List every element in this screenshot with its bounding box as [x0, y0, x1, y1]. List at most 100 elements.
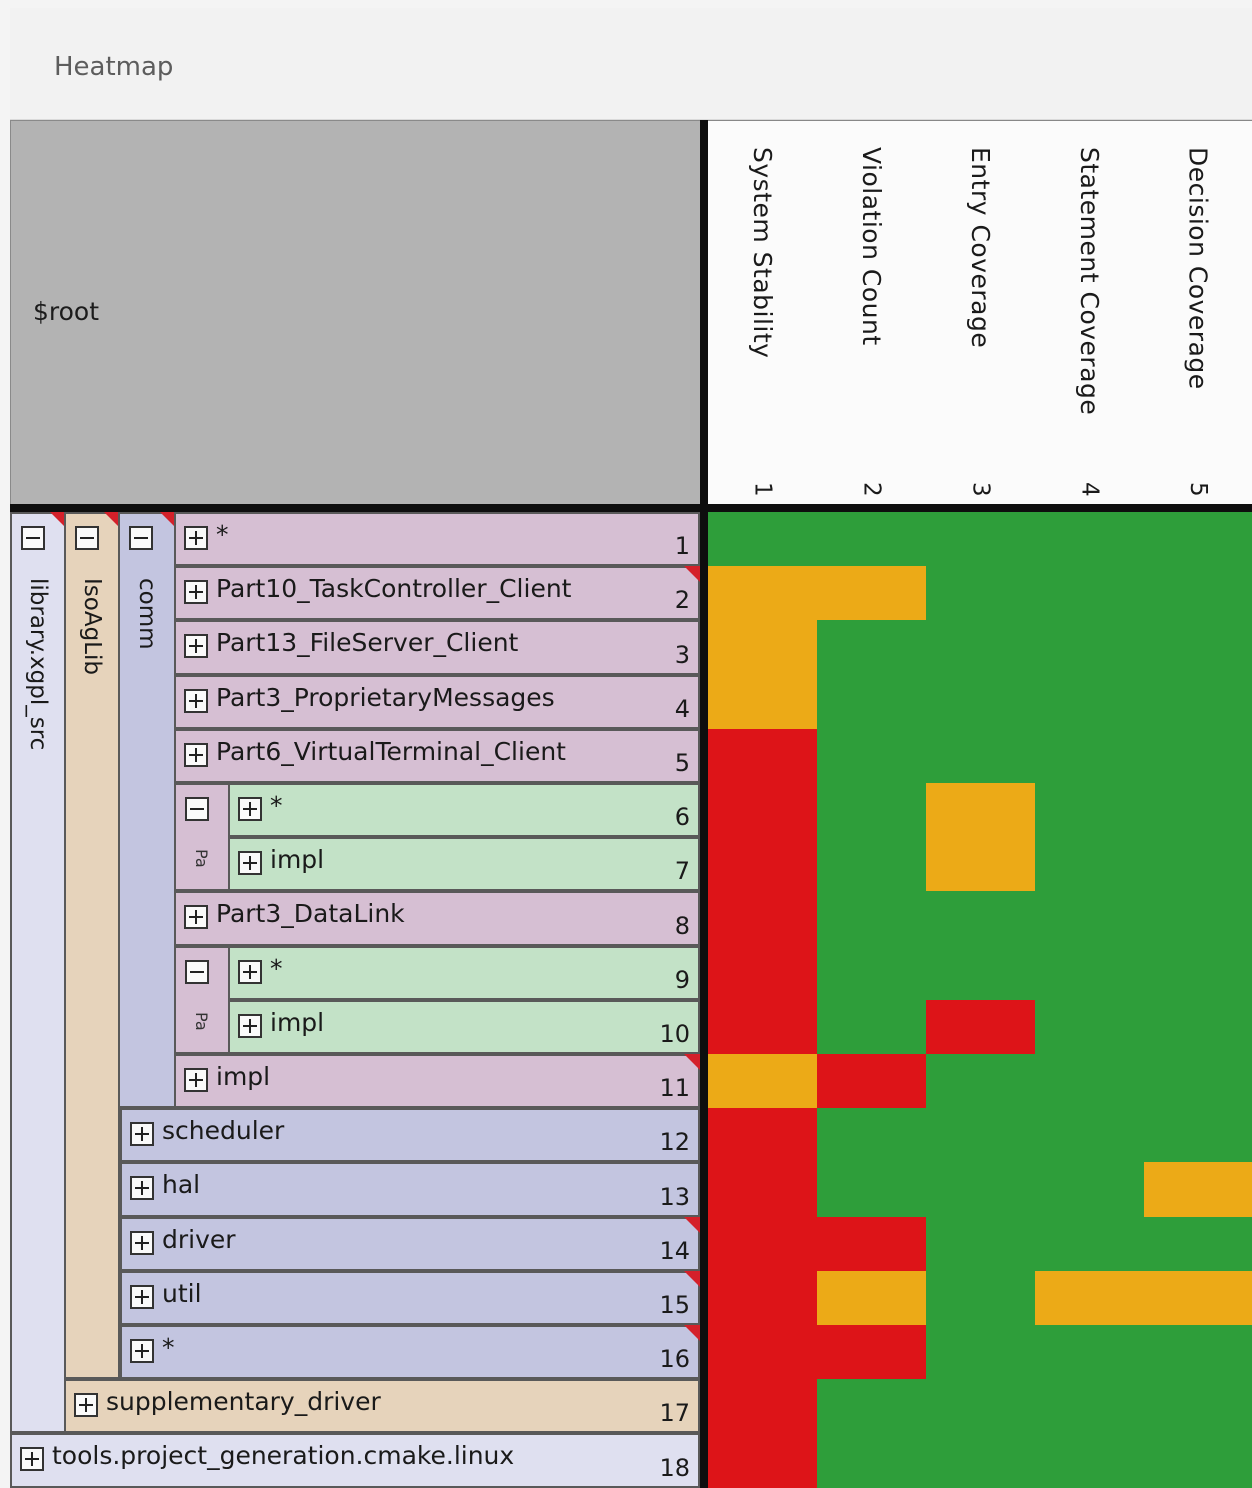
heatmap-cell[interactable] — [926, 674, 1035, 730]
column-header[interactable]: System Stability 1 — [708, 120, 819, 507]
heatmap-cell[interactable] — [1035, 566, 1144, 622]
heatmap-cell[interactable] — [708, 1162, 817, 1218]
expand-icon[interactable] — [238, 959, 262, 984]
heatmap-cell[interactable] — [1144, 1270, 1252, 1326]
heatmap-cell[interactable] — [1035, 1433, 1144, 1488]
heatmap-cell[interactable] — [1144, 728, 1252, 784]
heatmap-cell[interactable] — [1035, 1270, 1144, 1326]
heatmap-cell[interactable] — [1144, 1433, 1252, 1488]
heatmap-cell[interactable] — [708, 566, 817, 622]
tree-row[interactable]: Part3_DataLink 8 — [174, 891, 700, 946]
expand-icon[interactable] — [130, 1122, 154, 1147]
tree-row[interactable]: util 15 — [120, 1270, 700, 1325]
tree-row[interactable]: * 1 — [174, 512, 700, 567]
tree-row[interactable]: driver 14 — [120, 1216, 700, 1271]
heatmap-cell[interactable] — [926, 945, 1035, 1001]
collapse-icon[interactable] — [185, 959, 209, 984]
expand-icon[interactable] — [184, 1068, 208, 1092]
heatmap-cell[interactable] — [817, 1325, 926, 1380]
heatmap-cell[interactable] — [1035, 674, 1144, 730]
tree-row[interactable]: Part3_ProprietaryMessages 4 — [174, 674, 700, 729]
heatmap-cell[interactable] — [1035, 1162, 1144, 1218]
heatmap-cell[interactable] — [1035, 512, 1144, 567]
heatmap-cell[interactable] — [817, 512, 926, 567]
column-header[interactable]: Violation Count 2 — [817, 120, 928, 507]
heatmap-cell[interactable] — [708, 1054, 817, 1109]
heatmap-cell[interactable] — [1035, 945, 1144, 1001]
heatmap-cell[interactable] — [708, 1216, 817, 1272]
heatmap-cell[interactable] — [1035, 837, 1144, 893]
heatmap-cell[interactable] — [1144, 1108, 1252, 1164]
heatmap-cell[interactable] — [708, 837, 817, 893]
heatmap-cell[interactable] — [926, 512, 1035, 567]
column-header[interactable]: Statement Coverage 4 — [1035, 120, 1146, 507]
heatmap-cell[interactable] — [817, 1379, 926, 1435]
heatmap-cell[interactable] — [708, 512, 817, 567]
heatmap-cell[interactable] — [926, 1108, 1035, 1164]
heatmap-cell[interactable] — [1144, 566, 1252, 622]
heatmap-cell[interactable] — [1144, 891, 1252, 947]
heatmap-cell[interactable] — [926, 566, 1035, 622]
expand-icon[interactable] — [130, 1339, 154, 1363]
heatmap-cell[interactable] — [708, 999, 817, 1055]
heatmap-cell[interactable] — [817, 891, 926, 947]
tree-row[interactable]: * 16 — [120, 1325, 700, 1380]
tree-row[interactable]: Part6_VirtualTerminal_Client 5 — [174, 728, 700, 783]
column-header[interactable]: Entry Coverage 3 — [926, 120, 1037, 507]
heatmap-cell[interactable] — [1035, 783, 1144, 838]
heatmap-cell[interactable] — [817, 1433, 926, 1488]
tree-row[interactable]: * 6 — [228, 783, 700, 838]
heatmap-cell[interactable] — [1144, 1054, 1252, 1109]
heatmap-cell[interactable] — [1035, 999, 1144, 1055]
heatmap-cell[interactable] — [1144, 783, 1252, 838]
collapse-icon[interactable] — [21, 526, 45, 550]
heatmap-cell[interactable] — [926, 1325, 1035, 1380]
expand-icon[interactable] — [20, 1447, 44, 1472]
heatmap-cell[interactable] — [817, 1270, 926, 1326]
heatmap-cell[interactable] — [708, 891, 817, 947]
heatmap-cell[interactable] — [1144, 512, 1252, 567]
expand-icon[interactable] — [184, 526, 208, 550]
heatmap-cell[interactable] — [926, 1433, 1035, 1488]
expand-icon[interactable] — [130, 1176, 154, 1201]
heatmap-cell[interactable] — [817, 674, 926, 730]
heatmap-cell[interactable] — [817, 728, 926, 784]
heatmap-cell[interactable] — [708, 1433, 817, 1488]
heatmap-cell[interactable] — [708, 674, 817, 730]
tree-row[interactable]: impl 11 — [174, 1054, 700, 1109]
expand-icon[interactable] — [184, 580, 208, 605]
heatmap-cell[interactable] — [817, 999, 926, 1055]
heatmap-cell[interactable] — [926, 620, 1035, 676]
expand-icon[interactable] — [184, 634, 208, 659]
heatmap-cell[interactable] — [708, 1108, 817, 1164]
heatmap-cell[interactable] — [926, 1379, 1035, 1435]
tree-row[interactable]: * 9 — [228, 945, 700, 1000]
tree-row[interactable]: tools.project_generation.cmake.linux 18 — [10, 1433, 700, 1488]
heatmap-cell[interactable] — [817, 620, 926, 676]
expand-icon[interactable] — [130, 1230, 154, 1255]
heatmap-cell[interactable] — [1144, 620, 1252, 676]
heatmap-cell[interactable] — [926, 728, 1035, 784]
heatmap-cell[interactable] — [817, 1108, 926, 1164]
heatmap-cell[interactable] — [926, 1162, 1035, 1218]
expand-icon[interactable] — [184, 688, 208, 713]
heatmap-cell[interactable] — [817, 783, 926, 838]
tree-row[interactable]: scheduler 12 — [120, 1108, 700, 1163]
heatmap-cell[interactable] — [1035, 1108, 1144, 1164]
heatmap-cell[interactable] — [1144, 837, 1252, 893]
heatmap-cell[interactable] — [1035, 620, 1144, 676]
heatmap-cell[interactable] — [708, 1270, 817, 1326]
tree-row[interactable]: Part10_TaskController_Client 2 — [174, 566, 700, 621]
tree-row[interactable]: hal 13 — [120, 1162, 700, 1217]
heatmap-cell[interactable] — [926, 1054, 1035, 1109]
heatmap-cell[interactable] — [708, 620, 817, 676]
expand-icon[interactable] — [184, 742, 208, 767]
heatmap-cell[interactable] — [926, 891, 1035, 947]
tree-row[interactable]: supplementary_driver 17 — [64, 1379, 700, 1434]
tree-row[interactable]: Part13_FileServer_Client 3 — [174, 620, 700, 675]
expand-icon[interactable] — [238, 797, 262, 821]
heatmap-cell[interactable] — [708, 945, 817, 1001]
heatmap-cell[interactable] — [1144, 945, 1252, 1001]
expand-icon[interactable] — [74, 1393, 98, 1418]
heatmap-cell[interactable] — [1035, 1054, 1144, 1109]
